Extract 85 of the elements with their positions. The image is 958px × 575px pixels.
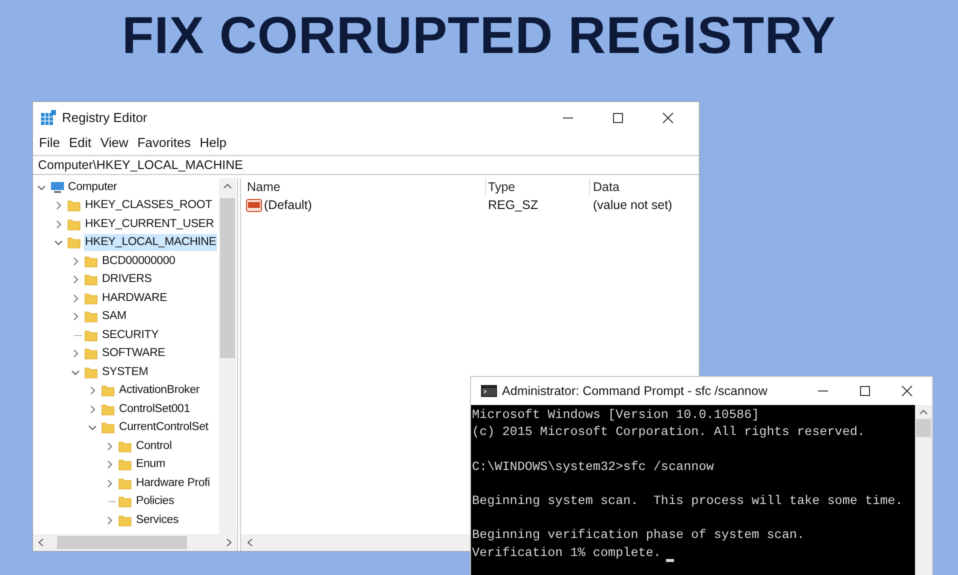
folder-icon [118, 440, 132, 453]
registry-icon [40, 110, 56, 126]
computer-icon [50, 180, 65, 194]
folder-icon [101, 384, 115, 398]
chevron-right-icon[interactable] [105, 516, 114, 525]
menu-item[interactable]: View [100, 133, 128, 153]
console-line: (c) 2015 Microsoft Corporation. All rights reserved. [472, 424, 865, 442]
folder-icon [84, 310, 98, 324]
close-icon[interactable] [901, 385, 913, 397]
window-title: Registry Editor [62, 108, 148, 127]
console-line: Microsoft Windows [Version 10.0.10586] [472, 407, 760, 424]
tree-item[interactable]: SECURITY [101, 326, 160, 344]
tree-item[interactable]: HKEY_CLASSES_ROOT [84, 197, 213, 214]
console-line: Verification 1% complete. [472, 544, 661, 562]
scroll-thumb[interactable] [220, 198, 235, 358]
tree-item[interactable]: Control [135, 438, 173, 455]
scrollbar[interactable] [219, 178, 236, 534]
chevron-down-icon[interactable] [88, 423, 97, 432]
chevron-down-icon[interactable] [71, 368, 80, 377]
menu-item[interactable]: File [39, 133, 60, 153]
tree-item[interactable]: BCD00000000 [101, 252, 176, 270]
string-value-icon [246, 198, 262, 212]
window-title: Administrator: Command Prompt - sfc /scannow [502, 382, 768, 400]
tree-item[interactable]: Computer [67, 178, 118, 196]
folder-icon [118, 514, 132, 527]
folder-icon [101, 402, 115, 416]
folder-icon [101, 421, 115, 434]
tree-item[interactable]: Hardware Profi [135, 474, 211, 492]
scroll-thumb[interactable] [916, 419, 931, 437]
folder-icon [67, 218, 81, 231]
table-cell-text: REG_SZ [487, 197, 540, 214]
close-icon[interactable] [662, 112, 674, 124]
chevron-down-icon[interactable] [37, 182, 46, 192]
folder-icon [67, 236, 81, 250]
table-cell-text: (Default) [264, 197, 312, 214]
scroll-thumb[interactable] [57, 536, 187, 549]
scroll-left-icon[interactable] [37, 538, 45, 547]
tree-line [108, 501, 116, 502]
scroll-up-icon[interactable] [919, 408, 928, 416]
tree-item[interactable]: SYSTEM [101, 364, 150, 381]
headline: FIX CORRUPTED REGISTRY [122, 8, 836, 64]
maximize-icon[interactable] [859, 385, 871, 397]
table-cell-text: (value not set) [592, 197, 672, 214]
folder-icon [118, 476, 132, 490]
chevron-right-icon[interactable] [71, 349, 80, 358]
folder-icon [84, 328, 98, 342]
scroll-right-icon[interactable] [225, 538, 233, 547]
console-line: C:\WINDOWS\system32>sfc /scannow [472, 458, 714, 476]
console-line: Beginning system scan. This process will take some time. [472, 492, 903, 510]
column-header[interactable]: Name [241, 178, 485, 196]
console-line: Beginning verification phase of system scan. [472, 527, 805, 544]
menu-item[interactable]: Favorites [137, 133, 191, 153]
scrollbar[interactable] [915, 405, 932, 575]
folder-icon [84, 366, 98, 379]
tree-item[interactable]: HKEY_LOCAL_MACHINE [84, 234, 218, 252]
tree-item[interactable]: SOFTWARE [101, 345, 166, 362]
column-header[interactable]: Type [485, 178, 589, 196]
folder-icon [84, 347, 98, 360]
folder-icon [84, 273, 98, 286]
tree-item[interactable]: Policies [135, 493, 176, 510]
tree-item[interactable]: HKEY_CURRENT_USER [84, 216, 215, 233]
column-header[interactable]: Data [589, 178, 620, 196]
tree-item[interactable]: CurrentControlSet [118, 419, 210, 436]
scroll-left-icon[interactable] [246, 538, 254, 547]
folder-icon [67, 199, 81, 212]
folder-icon [118, 458, 132, 472]
tree-item[interactable]: ControlSet001 [118, 400, 191, 418]
tree-item[interactable]: Enum [135, 456, 166, 474]
folder-icon [84, 254, 98, 268]
tree-item[interactable]: SAM [101, 308, 128, 326]
scroll-up-icon[interactable] [223, 182, 232, 190]
horizontal-scrollbar[interactable] [33, 534, 237, 551]
tree-line [74, 334, 82, 336]
tree-item[interactable]: HARDWARE [101, 290, 168, 307]
chevron-down-icon[interactable] [54, 238, 63, 248]
tree-item[interactable]: ActivationBroker [118, 382, 201, 400]
address-bar[interactable]: Computer\HKEY_LOCAL_MACHINE [33, 155, 699, 175]
menu-item[interactable]: Help [200, 133, 227, 153]
folder-icon [118, 495, 132, 508]
maximize-icon[interactable] [612, 112, 624, 124]
tree-item[interactable]: Services [135, 512, 180, 529]
tree-item[interactable]: DRIVERS [101, 271, 153, 288]
console-icon [481, 385, 497, 397]
folder-icon [84, 292, 98, 305]
menu-item[interactable]: Edit [68, 133, 92, 153]
